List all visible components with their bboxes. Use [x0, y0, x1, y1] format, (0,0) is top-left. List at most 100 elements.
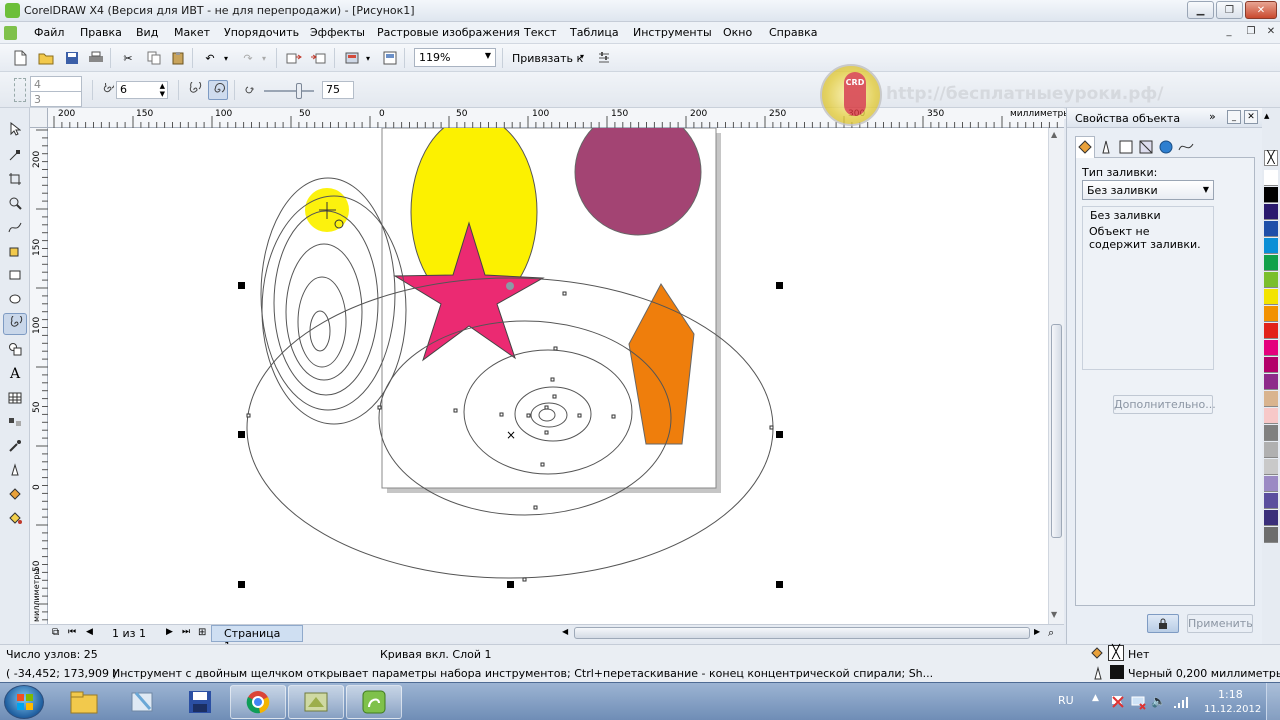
expansion-field[interactable]: 75	[322, 81, 354, 99]
height-field[interactable]: 3	[30, 91, 82, 107]
apply-button[interactable]: Применить	[1187, 614, 1253, 633]
doc-close-icon[interactable]: ✕	[1264, 25, 1278, 39]
internet-tab-icon[interactable]	[1157, 138, 1175, 156]
menu-window[interactable]: Окно	[723, 26, 752, 39]
color-swatch[interactable]	[1264, 527, 1278, 543]
menu-effects[interactable]: Эффекты	[310, 26, 365, 39]
floppy-taskbar-icon[interactable]	[172, 685, 228, 719]
fill-type-select[interactable]: Без заливки ▼	[1082, 180, 1214, 200]
docker-minimize-icon[interactable]: _	[1227, 110, 1241, 124]
scroll-down-icon[interactable]: ▼	[1051, 610, 1057, 619]
color-swatch[interactable]	[1264, 493, 1278, 509]
minimize-button[interactable]: ▁	[1187, 1, 1214, 19]
color-swatch[interactable]	[1264, 340, 1278, 356]
general-tab-icon[interactable]	[1117, 138, 1135, 156]
chrome-taskbar-icon[interactable]	[230, 685, 286, 719]
vertical-scrollbar[interactable]: ▲ ▼	[1048, 128, 1064, 624]
save-icon[interactable]	[62, 48, 82, 68]
docker-close-icon[interactable]: ✕	[1244, 110, 1258, 124]
explorer-taskbar-icon[interactable]	[56, 685, 112, 719]
shape-tool-icon[interactable]	[3, 144, 27, 166]
welcome-screen-icon[interactable]	[380, 48, 400, 68]
symmetric-spiral-icon[interactable]	[184, 80, 204, 100]
color-swatch[interactable]	[1264, 221, 1278, 237]
curve-tab-icon[interactable]	[1177, 138, 1195, 156]
menu-help[interactable]: Справка	[769, 26, 817, 39]
corel-capture-taskbar-icon[interactable]	[288, 685, 344, 719]
new-icon[interactable]	[10, 48, 30, 68]
hscroll-left-icon[interactable]: ◀	[562, 627, 568, 636]
expansion-slider-thumb[interactable]	[296, 83, 302, 99]
start-button[interactable]	[4, 685, 44, 719]
clock-date[interactable]: 11.12.2012	[1204, 704, 1261, 715]
color-swatch[interactable]	[1264, 357, 1278, 373]
page-layout-icon[interactable]: ⧉	[52, 627, 59, 638]
outline-color-swatch[interactable]	[1110, 665, 1124, 679]
redo-dropdown-icon[interactable]: ▾	[258, 48, 270, 68]
next-page-icon[interactable]: ▶	[166, 627, 173, 637]
color-swatch[interactable]	[1264, 323, 1278, 339]
menu-text[interactable]: Текст	[524, 26, 557, 39]
snap-dropdown-icon[interactable]: ▾	[580, 52, 584, 61]
navigator-zoom-icon[interactable]: ⌕	[1048, 626, 1054, 640]
menu-bitmaps[interactable]: Растровые изображения	[377, 26, 520, 39]
coreldraw-taskbar-icon[interactable]	[346, 685, 402, 719]
color-swatch[interactable]	[1264, 476, 1278, 492]
selection-handle[interactable]	[776, 431, 783, 438]
color-swatch[interactable]	[1264, 255, 1278, 271]
import-icon[interactable]	[284, 48, 304, 68]
undo-icon[interactable]: ↶	[200, 48, 220, 68]
menu-view[interactable]: Вид	[136, 26, 158, 39]
zoom-level-select[interactable]: 119% ▼	[414, 48, 496, 67]
language-indicator[interactable]: RU	[1058, 694, 1074, 707]
logarithmic-spiral-icon[interactable]	[208, 80, 228, 100]
color-swatch[interactable]	[1264, 459, 1278, 475]
color-swatch[interactable]	[1264, 442, 1278, 458]
docker-expand-icon[interactable]: »	[1209, 110, 1216, 123]
scroll-up-icon[interactable]: ▲	[1051, 130, 1057, 139]
selection-handle[interactable]	[238, 431, 245, 438]
basic-shapes-tool-icon[interactable]	[3, 338, 27, 360]
export-icon[interactable]	[308, 48, 328, 68]
close-button[interactable]: ✕	[1245, 1, 1277, 19]
copy-icon[interactable]	[144, 48, 164, 68]
outline-tool-icon[interactable]	[3, 459, 27, 481]
selection-handle[interactable]	[238, 581, 245, 588]
signal-tray-icon[interactable]	[1172, 694, 1188, 710]
smart-fill-tool-icon[interactable]	[3, 240, 27, 262]
menu-tools[interactable]: Инструменты	[633, 26, 712, 39]
color-swatch[interactable]	[1264, 289, 1278, 305]
selection-handle[interactable]	[776, 581, 783, 588]
rectangle-tool-icon[interactable]	[3, 264, 27, 286]
color-swatch[interactable]	[1264, 408, 1278, 424]
vertical-ruler[interactable]: 200 150 100 50 0 50 миллиметры	[30, 128, 48, 624]
blend-tool-icon[interactable]	[3, 411, 27, 433]
doc-minimize-icon[interactable]: _	[1222, 25, 1236, 39]
horizontal-ruler[interactable]: 200 150 100 50 0 50 100 150 200 250 300 …	[48, 108, 1071, 128]
selection-handle[interactable]	[776, 282, 783, 289]
tray-expand-icon[interactable]: ▲	[1092, 693, 1099, 703]
color-swatch[interactable]	[1264, 238, 1278, 254]
menu-table[interactable]: Таблица	[570, 26, 619, 39]
first-page-icon[interactable]: ⏮	[68, 627, 76, 637]
paste-icon[interactable]	[168, 48, 188, 68]
drawing-canvas[interactable]: ×	[48, 128, 1048, 624]
table-tool-icon[interactable]	[3, 387, 27, 409]
notes-taskbar-icon[interactable]	[114, 685, 170, 719]
launcher-dropdown-icon[interactable]: ▾	[362, 48, 374, 68]
menu-arrange[interactable]: Упорядочить	[224, 26, 299, 39]
color-swatch[interactable]	[1264, 510, 1278, 526]
page-tab[interactable]: Страница 1	[211, 625, 303, 653]
network-tray-icon[interactable]	[1130, 694, 1146, 710]
hscroll-thumb[interactable]	[574, 627, 1030, 639]
more-button[interactable]: Дополнительно...	[1113, 395, 1216, 414]
flag-tray-icon[interactable]	[1110, 694, 1126, 710]
options-icon[interactable]	[594, 48, 614, 68]
hscroll-right-icon[interactable]: ▶	[1034, 627, 1040, 636]
maximize-button[interactable]: ❐	[1216, 1, 1243, 19]
spiral-tool-icon[interactable]	[3, 313, 27, 335]
selection-handle[interactable]	[238, 282, 245, 289]
selection-handle[interactable]	[507, 581, 514, 588]
expansion-slider-track[interactable]	[264, 90, 314, 92]
scroll-thumb[interactable]	[1051, 324, 1062, 538]
